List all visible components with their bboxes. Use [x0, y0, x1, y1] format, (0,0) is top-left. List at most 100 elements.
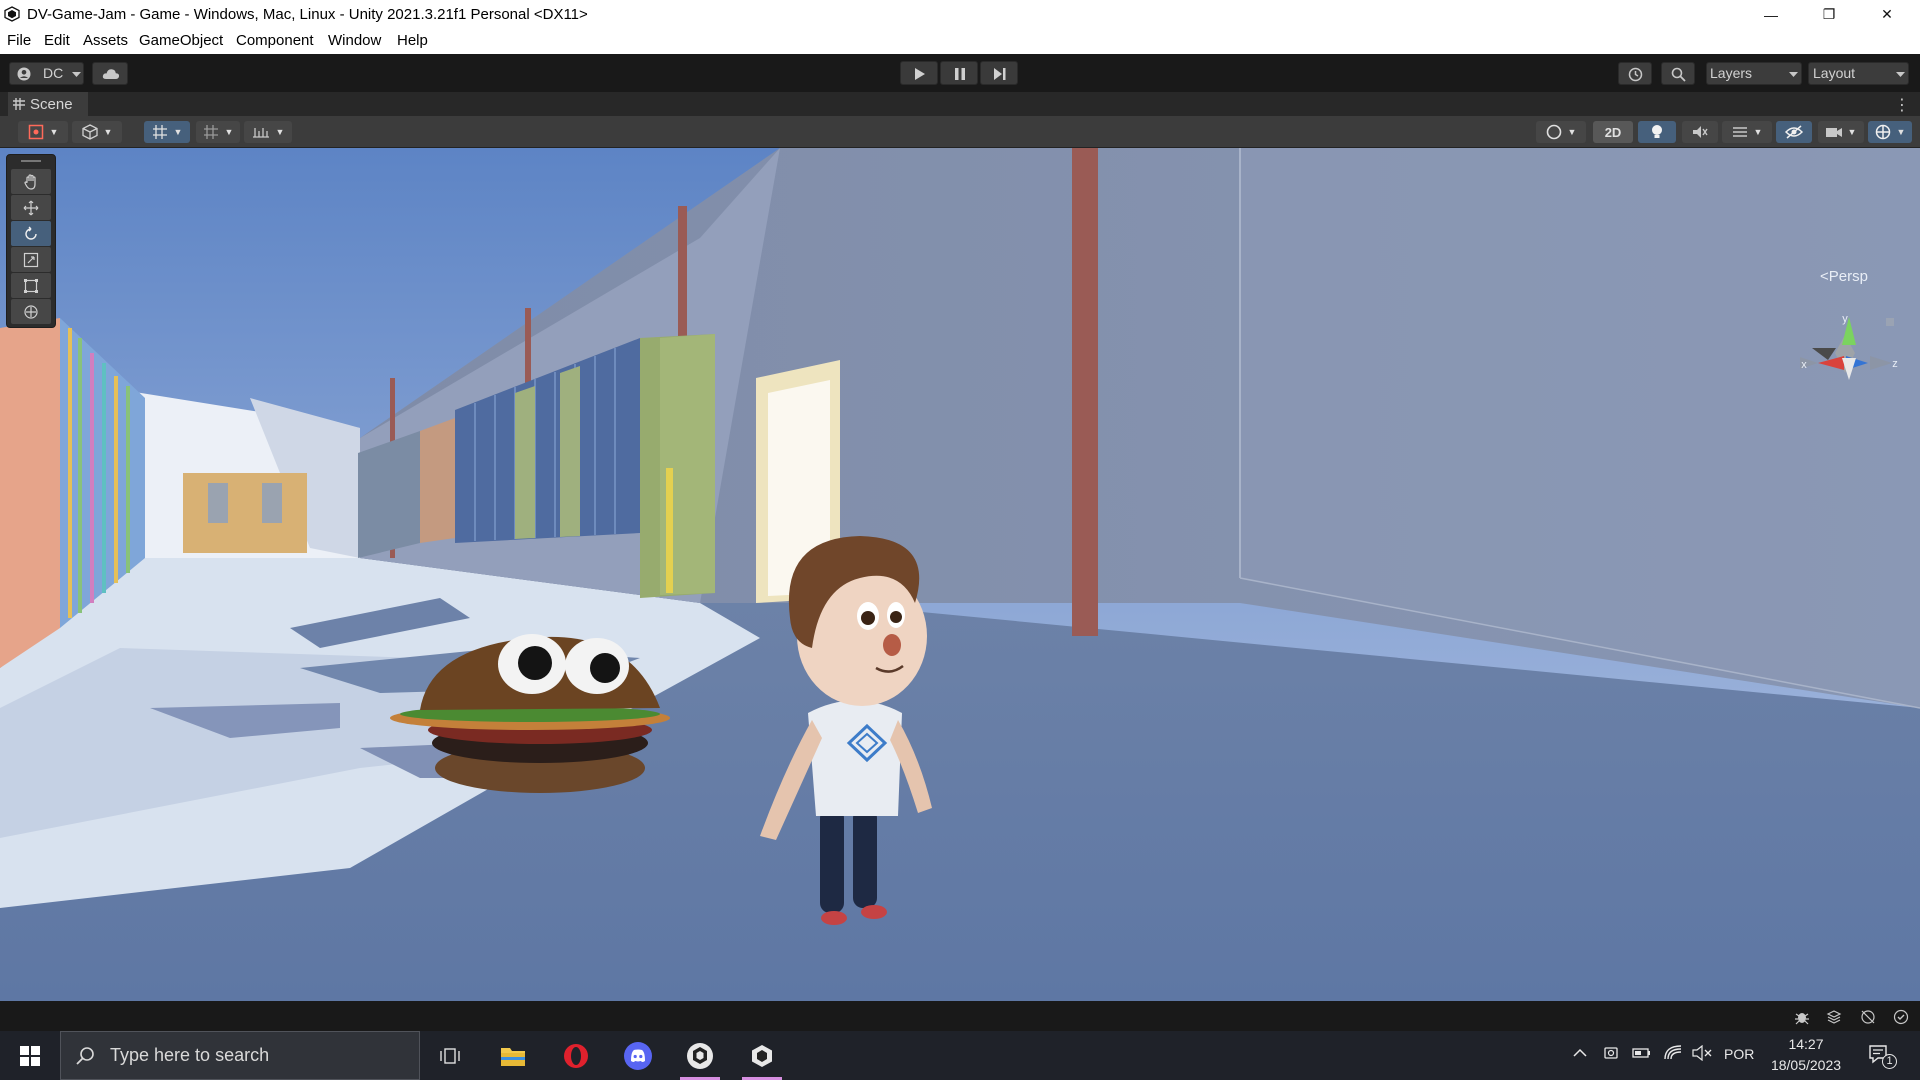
taskbar-search-input[interactable]: Type here to search — [60, 1031, 420, 1080]
menu-edit[interactable]: Edit — [44, 32, 70, 49]
network-off-icon[interactable] — [1860, 1009, 1876, 1025]
bug-icon[interactable] — [1794, 1009, 1810, 1025]
folder-icon — [501, 1047, 525, 1066]
rotate-icon — [25, 226, 37, 240]
camera-icon — [1825, 128, 1842, 137]
move-tool[interactable] — [11, 195, 51, 220]
layout-dropdown[interactable]: Layout — [1808, 62, 1909, 85]
toggle-2d-button[interactable]: 2D — [1593, 121, 1633, 143]
clock-date[interactable]: 18/05/2023 — [1766, 1057, 1846, 1073]
transform-icon — [24, 304, 38, 319]
layers-label: Layers — [1710, 65, 1753, 81]
clock-time[interactable]: 14:27 — [1771, 1036, 1841, 1052]
windows-taskbar: Type here to search POR 14:27 18/05/2023… — [0, 1031, 1920, 1080]
notifications-button[interactable]: 1 — [1868, 1044, 1897, 1069]
cloud-button[interactable] — [92, 62, 128, 85]
pause-button[interactable] — [940, 61, 978, 85]
lighting-toggle[interactable] — [1638, 121, 1676, 143]
volume-mute-icon — [1692, 1044, 1712, 1062]
close-button[interactable]: ✕ — [1864, 0, 1910, 29]
mute-icon — [1693, 126, 1708, 138]
scene-render: y x z — [0, 148, 1920, 1001]
play-icon — [915, 68, 925, 80]
gizmo-icon — [1875, 124, 1890, 140]
tab-scene[interactable]: Scene — [8, 92, 88, 116]
network-button[interactable] — [1664, 1045, 1682, 1064]
menu-window[interactable]: Window — [328, 32, 381, 49]
gizmos-dropdown[interactable]: ▼ — [1868, 121, 1912, 143]
rotate-tool[interactable] — [11, 221, 51, 246]
meet-now-button[interactable] — [1603, 1045, 1619, 1064]
title-bar: DV-Game-Jam - Game - Windows, Mac, Linux… — [0, 0, 1920, 29]
draw-mode-dropdown[interactable]: ▼ — [18, 121, 68, 143]
status-bar — [0, 1001, 1920, 1031]
scene-viewport[interactable]: y x z — [0, 148, 1920, 1001]
scene-view-toolbar: ▼ ▼ ▼ ▼ ▼ ▼ 2D ▼ ▼ ▼ — [0, 116, 1920, 148]
hand-tool[interactable] — [11, 169, 51, 194]
check-circle-icon[interactable] — [1893, 1009, 1909, 1025]
battery-icon — [1632, 1048, 1650, 1058]
taskbar-opera[interactable] — [552, 1031, 600, 1080]
step-button[interactable] — [980, 61, 1018, 85]
taskbar-discord[interactable] — [614, 1031, 662, 1080]
minimize-button[interactable]: — — [1748, 0, 1794, 29]
taskbar-unity-hub[interactable] — [676, 1031, 724, 1080]
taskbar-unity-editor[interactable] — [738, 1031, 786, 1080]
menu-file[interactable]: File — [7, 32, 31, 49]
camera-dropdown[interactable]: ▼ — [1818, 121, 1864, 143]
language-indicator[interactable]: POR — [1724, 1046, 1754, 1062]
effects-dropdown[interactable]: ▼ — [1722, 121, 1772, 143]
grid-snap-toggle[interactable]: ▼ — [144, 121, 190, 143]
menu-component[interactable]: Component — [236, 32, 314, 49]
window-title: DV-Game-Jam - Game - Windows, Mac, Linux… — [27, 6, 588, 23]
rect-tool[interactable] — [11, 273, 51, 298]
stack-icon[interactable] — [1826, 1009, 1842, 1025]
chevron-up-icon — [1573, 1048, 1587, 1057]
layers-dropdown[interactable]: Layers — [1706, 62, 1802, 85]
chevron-down-icon: ▼ — [1567, 127, 1577, 137]
scale-icon — [23, 252, 39, 267]
grid-icon — [13, 98, 25, 110]
axis-x-label: x — [1801, 359, 1807, 371]
axis-z-label: z — [1892, 358, 1898, 370]
tools-overlay — [6, 154, 56, 328]
user-icon — [17, 67, 31, 81]
show-hidden-icons-button[interactable] — [1572, 1045, 1588, 1064]
rect-transform-icon — [24, 278, 38, 293]
drag-handle[interactable] — [21, 160, 41, 162]
search-button[interactable] — [1661, 62, 1695, 85]
menu-assets[interactable]: Assets — [83, 32, 128, 49]
main-toolbar: DC Layers Layout — [0, 54, 1920, 92]
increment-snap-dropdown[interactable]: ▼ — [244, 121, 292, 143]
menu-help[interactable]: Help — [397, 32, 428, 49]
volume-button[interactable] — [1692, 1044, 1712, 1064]
maximize-button[interactable]: ❐ — [1806, 0, 1852, 29]
projection-toggle[interactable]: <Persp — [1820, 268, 1868, 285]
lightbulb-icon — [1652, 125, 1662, 138]
chevron-down-icon — [1896, 72, 1905, 77]
task-view-icon — [440, 1047, 460, 1064]
projection-label: Persp — [1828, 268, 1868, 285]
history-icon — [1628, 67, 1643, 82]
taskbar-file-explorer[interactable] — [489, 1031, 537, 1080]
battery-button[interactable] — [1632, 1045, 1652, 1064]
transform-tool[interactable] — [11, 299, 51, 324]
menu-gameobject[interactable]: GameObject — [139, 32, 223, 49]
chevron-down-icon: ▼ — [275, 127, 285, 137]
more-options-icon[interactable]: ⋮ — [1894, 95, 1910, 115]
audio-toggle[interactable] — [1682, 121, 1718, 143]
snap-settings-dropdown[interactable]: ▼ — [196, 121, 240, 143]
play-button[interactable] — [900, 61, 938, 85]
toggle-2d-label: 2D — [1604, 124, 1622, 140]
undo-history-button[interactable] — [1618, 62, 1652, 85]
chevron-down-icon — [72, 72, 81, 77]
chevron-down-icon: ▼ — [1847, 127, 1857, 137]
task-view-button[interactable] — [426, 1031, 474, 1080]
hidden-objects-toggle[interactable] — [1776, 121, 1812, 143]
shading-dropdown[interactable]: ▼ — [72, 121, 122, 143]
scale-tool[interactable] — [11, 247, 51, 272]
account-dropdown[interactable]: DC — [9, 62, 84, 85]
start-button[interactable] — [6, 1031, 54, 1080]
shading-mode-dropdown[interactable]: ▼ — [1536, 121, 1586, 143]
chevron-down-icon: ▼ — [224, 127, 234, 137]
